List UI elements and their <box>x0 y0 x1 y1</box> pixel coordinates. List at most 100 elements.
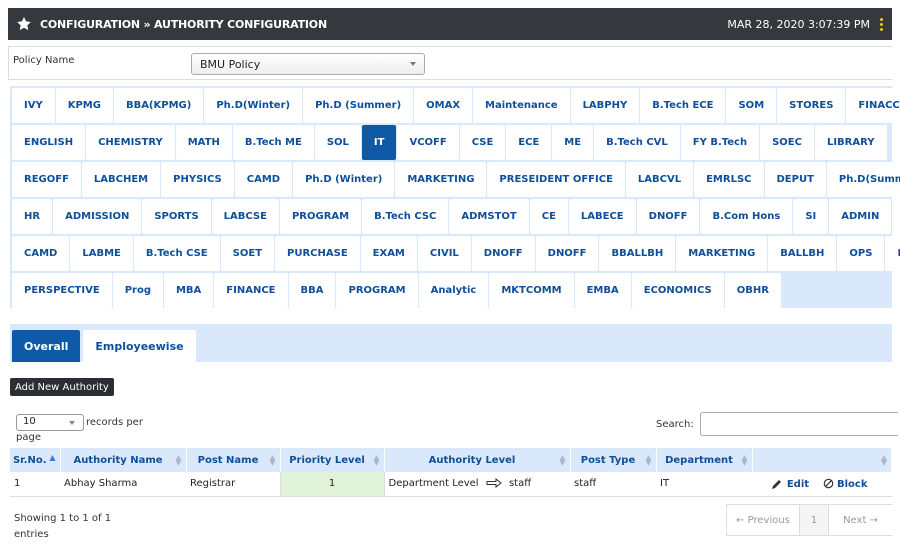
department-tag[interactable]: FINANCE <box>214 273 288 308</box>
department-tag[interactable]: SPORTS <box>142 199 211 234</box>
column-header-department[interactable]: Department ▲ ▼ <box>656 448 753 472</box>
department-tag[interactable]: CHEMISTRY <box>86 125 175 160</box>
department-tag[interactable]: IVY <box>12 88 55 123</box>
chevron-down-icon <box>69 421 75 425</box>
department-tag[interactable]: CE <box>529 199 568 234</box>
department-tag[interactable]: ADMSTOT <box>449 199 529 234</box>
department-tag[interactable]: B.Tech CSC <box>362 199 449 234</box>
department-tag[interactable]: MATH <box>175 125 232 160</box>
department-tag[interactable]: FINACC <box>846 88 900 123</box>
column-header-post-type[interactable]: Post Type ▲ ▼ <box>570 448 657 472</box>
tab-employeewise[interactable]: Employeewise <box>83 330 196 362</box>
department-tag[interactable]: LABPHY <box>570 88 640 123</box>
department-tag[interactable]: MARKETING <box>395 162 487 197</box>
department-tag[interactable]: B.Com Hons <box>700 199 793 234</box>
search-input[interactable] <box>699 412 898 436</box>
department-tag[interactable]: DEPUT <box>764 162 826 197</box>
department-tag-row: ENGLISH CHEMISTRY MATH B.Tech ME SOL IT VCOFF C… <box>12 123 892 160</box>
department-tag[interactable]: ADMIN <box>829 199 892 234</box>
previous-page-button[interactable]: ← Previous <box>727 505 799 535</box>
department-tag[interactable]: PHYSICS <box>161 162 234 197</box>
department-tag[interactable]: ECONOMICS <box>631 273 724 308</box>
department-tag[interactable]: CAMD <box>234 162 293 197</box>
department-tag[interactable]: VCOFF <box>397 125 459 160</box>
column-header-priority-level[interactable]: Priority Level ▲ ▼ <box>280 448 385 472</box>
column-header-authority-level[interactable]: Authority Level ▲ ▼ <box>384 448 571 472</box>
column-header-actions[interactable]: ▲ ▼ <box>752 448 892 472</box>
department-tag[interactable]: CSE <box>459 125 506 160</box>
department-tag[interactable]: MBA <box>163 273 214 308</box>
policy-select[interactable]: BMU Policy <box>191 53 425 75</box>
column-header-srno[interactable]: Sr.No. ▲ <box>10 448 61 472</box>
department-tag[interactable]: B.Tech CVL <box>594 125 680 160</box>
department-tag[interactable]: Ph.D(Winter) <box>204 88 303 123</box>
department-tag[interactable]: LABME <box>70 236 133 271</box>
department-tag[interactable]: DOL <box>885 236 900 271</box>
department-tag[interactable]: LABECE <box>568 199 636 234</box>
department-tag[interactable]: EMBA <box>574 273 631 308</box>
department-tag[interactable]: Ph.D (Summer) <box>303 88 414 123</box>
department-tag[interactable]: MKTCOMM <box>489 273 574 308</box>
department-tag[interactable]: PERSPECTIVE <box>12 273 112 308</box>
department-tag[interactable]: B.Tech CSE <box>133 236 220 271</box>
department-tag[interactable]: EXAM <box>360 236 417 271</box>
department-tag[interactable]: PURCHASE <box>275 236 360 271</box>
department-tag[interactable]: LABCVL <box>625 162 694 197</box>
department-tag[interactable]: HR <box>12 199 53 234</box>
department-tag[interactable]: EMRLSC <box>694 162 764 197</box>
department-tag[interactable]: ENGLISH <box>12 125 86 160</box>
department-tag[interactable]: B.Tech ME <box>232 125 314 160</box>
department-tag[interactable]: BBALLBH <box>599 236 676 271</box>
department-tag[interactable]: PROGRAM <box>279 199 362 234</box>
department-tag[interactable]: SOL <box>314 125 361 160</box>
department-tag[interactable]: BALLBH <box>768 236 837 271</box>
department-tag[interactable]: BBA(KPMG) <box>113 88 204 123</box>
department-tag[interactable]: ME <box>552 125 594 160</box>
department-tag[interactable]: BBA <box>288 273 336 308</box>
department-tag[interactable]: LIBRARY <box>814 125 887 160</box>
header-bar: CONFIGURATION » AUTHORITY CONFIGURATION … <box>8 8 892 40</box>
department-tag[interactable]: Ph.D (Winter) <box>293 162 395 197</box>
department-tag[interactable]: Prog <box>112 273 163 308</box>
department-tag[interactable]: DNOFF <box>471 236 535 271</box>
records-per-page-select[interactable]: 10 <box>16 414 84 431</box>
department-tag[interactable]: Ph.D(Summer) <box>826 162 900 197</box>
department-tag[interactable]: SI <box>793 199 829 234</box>
department-tag[interactable]: SOET <box>220 236 275 271</box>
department-tag[interactable]: OBHR <box>724 273 781 308</box>
department-tag[interactable]: PROGRAM <box>336 273 418 308</box>
add-new-authority-button[interactable]: Add New Authority <box>10 378 114 396</box>
department-tag[interactable]: KPMG <box>55 88 113 123</box>
next-page-button[interactable]: Next → <box>829 505 892 535</box>
department-tag[interactable]: IT <box>361 125 397 160</box>
cell-actions: Edit Block <box>752 472 892 496</box>
department-tag[interactable]: STORES <box>777 88 846 123</box>
department-tag[interactable]: OMAX <box>414 88 473 123</box>
department-tag[interactable]: REGOFF <box>12 162 81 197</box>
kebab-menu-icon[interactable] <box>880 17 884 31</box>
department-tag[interactable]: Maintenance <box>473 88 570 123</box>
department-tag[interactable]: OPS <box>837 236 885 271</box>
department-tag-row: IVY KPMG BBA(KPMG) Ph.D(Winter) Ph.D (Summer… <box>12 86 900 123</box>
column-header-authority-name[interactable]: Authority Name ▲ ▼ <box>60 448 187 472</box>
department-tag[interactable]: ADMISSION <box>53 199 142 234</box>
department-tag[interactable]: CIVIL <box>417 236 471 271</box>
department-tag[interactable]: Analytic <box>418 273 489 308</box>
department-tag[interactable]: DNOFF <box>636 199 700 234</box>
department-tag[interactable]: LABCHEM <box>81 162 161 197</box>
department-tag[interactable]: SOM <box>726 88 777 123</box>
tab-overall[interactable]: Overall <box>12 330 81 362</box>
column-header-post-name[interactable]: Post Name ▲ ▼ <box>186 448 281 472</box>
department-tag[interactable]: CAMD <box>12 236 70 271</box>
department-tag[interactable]: SOEC <box>760 125 814 160</box>
department-tag[interactable]: ECE <box>506 125 552 160</box>
department-tag[interactable]: MARKETING <box>676 236 768 271</box>
department-tag[interactable]: FY B.Tech <box>680 125 760 160</box>
page-1-button[interactable]: 1 <box>799 505 829 535</box>
department-tag[interactable]: DNOFF <box>535 236 599 271</box>
department-tag[interactable]: LABCSE <box>211 199 279 234</box>
department-tag[interactable]: B.Tech ECE <box>640 88 726 123</box>
block-button[interactable]: Block <box>823 479 868 490</box>
edit-button[interactable]: Edit <box>771 479 812 490</box>
department-tag[interactable]: PRESEIDENT OFFICE <box>487 162 625 197</box>
